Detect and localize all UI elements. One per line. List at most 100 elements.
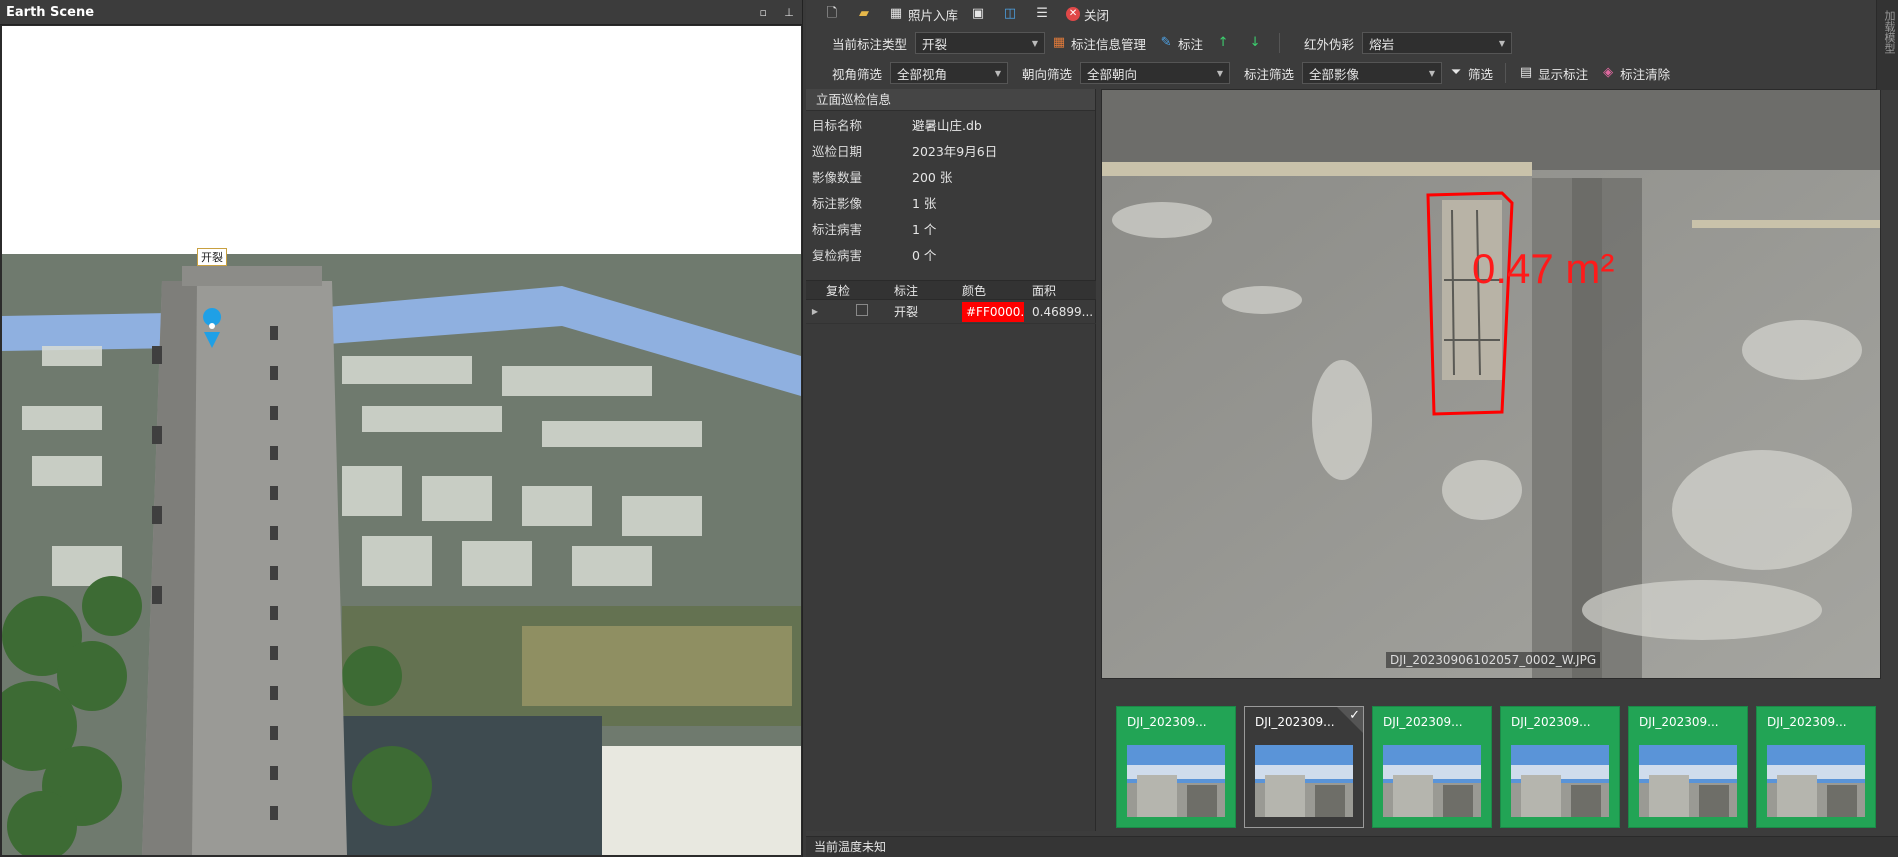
image-viewer[interactable]: 0.47 m² DJI_20230906102057_0002_W.JPG [1101, 89, 1881, 679]
annot-filter-select[interactable]: 全部影像 ▼ [1302, 62, 1443, 84]
info-row: 复检病害 0 个 [806, 241, 1095, 267]
info-key: 巡检日期 [812, 143, 863, 159]
annotation-manage-button[interactable]: ▦ 标注信息管理 [1045, 31, 1152, 55]
row-area: 0.46899... [1032, 304, 1094, 319]
list-icon: ▤ [1519, 65, 1533, 80]
export-button[interactable]: ◫ [996, 2, 1028, 26]
chevron-down-icon: ▼ [1031, 38, 1039, 48]
move-up-button[interactable]: ↑ [1209, 31, 1241, 55]
expand-arrow-icon[interactable]: ▶ [806, 307, 824, 316]
new-file-button[interactable]: 🗋 [818, 2, 850, 26]
info-key: 影像数量 [812, 169, 863, 185]
info-key: 目标名称 [812, 117, 863, 133]
info-value: 1 个 [912, 221, 937, 237]
thumbnail-name: DJI_202309... [1255, 715, 1335, 729]
filter-button[interactable]: ⏷ 筛选 [1442, 61, 1499, 85]
col-color[interactable]: 颜色 [960, 282, 1028, 299]
info-key: 标注影像 [812, 195, 863, 211]
thumbnail-item[interactable]: DJI_202309... [1372, 706, 1492, 828]
earth-scene-panel: Earth Scene ▫ ⊥ 开裂 [0, 0, 803, 857]
info-key: 标注病害 [812, 221, 863, 237]
table-row[interactable]: ▶ 开裂 #FF0000... 0.46899... [806, 300, 1096, 324]
grid-header: 复检 标注 颜色 面积 [806, 280, 1096, 300]
thumbnail-image [1767, 745, 1865, 817]
thumbnail-item[interactable]: DJI_202309... [1500, 706, 1620, 828]
chevron-down-icon: ▼ [994, 68, 1002, 78]
earth-titlebar: Earth Scene ▫ ⊥ [0, 0, 802, 25]
thumbnail-image [1383, 745, 1481, 817]
thumbnail-item[interactable]: DJI_202309... [1628, 706, 1748, 828]
earth-3d-view[interactable]: 开裂 [2, 26, 801, 855]
earth-title: Earth Scene [6, 4, 95, 20]
checkmark-icon: ✓ [1349, 708, 1360, 723]
document-button[interactable]: ☰ [1028, 2, 1060, 26]
open-folder-button[interactable]: ▰ [850, 2, 882, 26]
orient-filter-select[interactable]: 全部朝向 ▼ [1080, 62, 1231, 84]
close-button[interactable]: ✕ 关闭 [1060, 2, 1115, 26]
thumbnail-name: DJI_202309... [1383, 715, 1463, 729]
thumbnail-item[interactable]: DJI_202309... [1116, 706, 1236, 828]
folder-icon: ▰ [859, 6, 869, 21]
info-key: 复检病害 [812, 247, 863, 263]
annotate-button[interactable]: ✎ 标注 [1152, 31, 1209, 55]
info-value: 1 张 [912, 195, 937, 211]
new-file-icon: 🗋 [826, 6, 838, 21]
thumbnail-image [1255, 745, 1353, 817]
arrow-up-icon: ↑ [1217, 35, 1229, 50]
photo-import-button[interactable]: ▦ 照片入库 [882, 2, 964, 26]
document-icon: ☰ [1036, 6, 1048, 21]
info-value: 200 张 [912, 169, 953, 185]
image-button[interactable]: ▣ [964, 2, 996, 26]
current-type-select[interactable]: 开裂 ▼ [915, 32, 1046, 54]
info-row: 影像数量 200 张 [806, 163, 1095, 189]
col-area[interactable]: 面积 [1028, 282, 1096, 299]
col-recheck[interactable]: 复检 [824, 282, 892, 299]
eraser-icon: ◈ [1603, 65, 1614, 80]
funnel-icon: ⏷ [1450, 65, 1462, 80]
info-value: 避暑山庄.db [912, 117, 982, 133]
arrow-down-icon: ↓ [1249, 35, 1261, 50]
view-filter-label: 视角筛选 [832, 66, 883, 82]
current-type-label: 当前标注类型 [832, 36, 908, 52]
clear-annotation-button[interactable]: ◈ 标注清除 [1594, 61, 1676, 85]
thumbnail-name: DJI_202309... [1639, 715, 1719, 729]
inspection-info-panel: 立面巡检信息 目标名称 避暑山庄.db 巡检日期 2023年9月6日 影像数量 200 张… [806, 89, 1096, 831]
chevron-down-icon: ▼ [1216, 68, 1224, 78]
infrared-label: 红外伪彩 [1304, 36, 1355, 52]
col-label[interactable]: 标注 [892, 282, 960, 299]
grid-manage-icon: ▦ [1052, 35, 1066, 50]
annotate-toolbar: 当前标注类型 开裂 ▼ ▦ 标注信息管理 ✎ 标注 ↑ ↓ 红外伪彩 熔岩 ▼ [806, 29, 1513, 57]
info-value: 2023年9月6日 [912, 143, 998, 159]
area-label: 0.47 m² [1472, 245, 1615, 292]
thumbnail-strip: DJI_202309... DJI_202309... ✓ DJI_202309...… [1116, 706, 1886, 830]
info-row: 目标名称 避暑山庄.db [806, 111, 1095, 137]
thumbnail-image [1127, 745, 1225, 817]
move-down-button[interactable]: ↓ [1241, 31, 1273, 55]
thumbnail-name: DJI_202309... [1511, 715, 1591, 729]
thumbnail-item[interactable]: DJI_202309... ✓ [1244, 706, 1364, 828]
image-filename: DJI_20230906102057_0002_W.JPG [1386, 652, 1601, 668]
marker-label[interactable]: 开裂 [197, 248, 227, 266]
info-row: 标注影像 1 张 [806, 189, 1095, 215]
status-bar: 当前温度未知 [806, 836, 1898, 857]
annotation-grid: 复检 标注 颜色 面积 ▶ 开裂 #FF0000... 0.46899... [806, 280, 1096, 324]
main-toolbar: 🗋 ▰ ▦ 照片入库 ▣ ◫ ☰ ✕ 关闭 [806, 0, 1115, 28]
scene-illustration [2, 26, 801, 855]
show-annotation-button[interactable]: ▤ 显示标注 [1512, 61, 1594, 85]
pin-icon[interactable]: ⊥ [782, 6, 796, 20]
pen-icon: ✎ [1160, 35, 1172, 50]
right-workspace: 🗋 ▰ ▦ 照片入库 ▣ ◫ ☰ ✕ 关闭 当前标注类型 开裂 ▼ ▦ 标注信息管理 ✎… [806, 0, 1898, 857]
thumbnail-image [1639, 745, 1737, 817]
image-icon: ▣ [971, 6, 985, 21]
photo-icon: ▦ [889, 6, 903, 21]
infrared-select[interactable]: 熔岩 ▼ [1362, 32, 1513, 54]
view-filter-select[interactable]: 全部视角 ▼ [890, 62, 1009, 84]
load-model-tab[interactable]: 加载模型 [1876, 0, 1898, 90]
row-color: #FF0000... [962, 301, 1024, 322]
restore-icon[interactable]: ▫ [756, 6, 770, 20]
thumbnail-item[interactable]: DJI_202309... [1756, 706, 1876, 828]
filter-toolbar: 视角筛选 全部视角 ▼ 朝向筛选 全部朝向 ▼ 标注筛选 全部影像 ▼ ⏷ 筛选 ▤ 显示… [806, 59, 1676, 87]
thumbnail-image [1511, 745, 1609, 817]
info-row: 巡检日期 2023年9月6日 [806, 137, 1095, 163]
recheck-checkbox[interactable] [856, 304, 868, 316]
